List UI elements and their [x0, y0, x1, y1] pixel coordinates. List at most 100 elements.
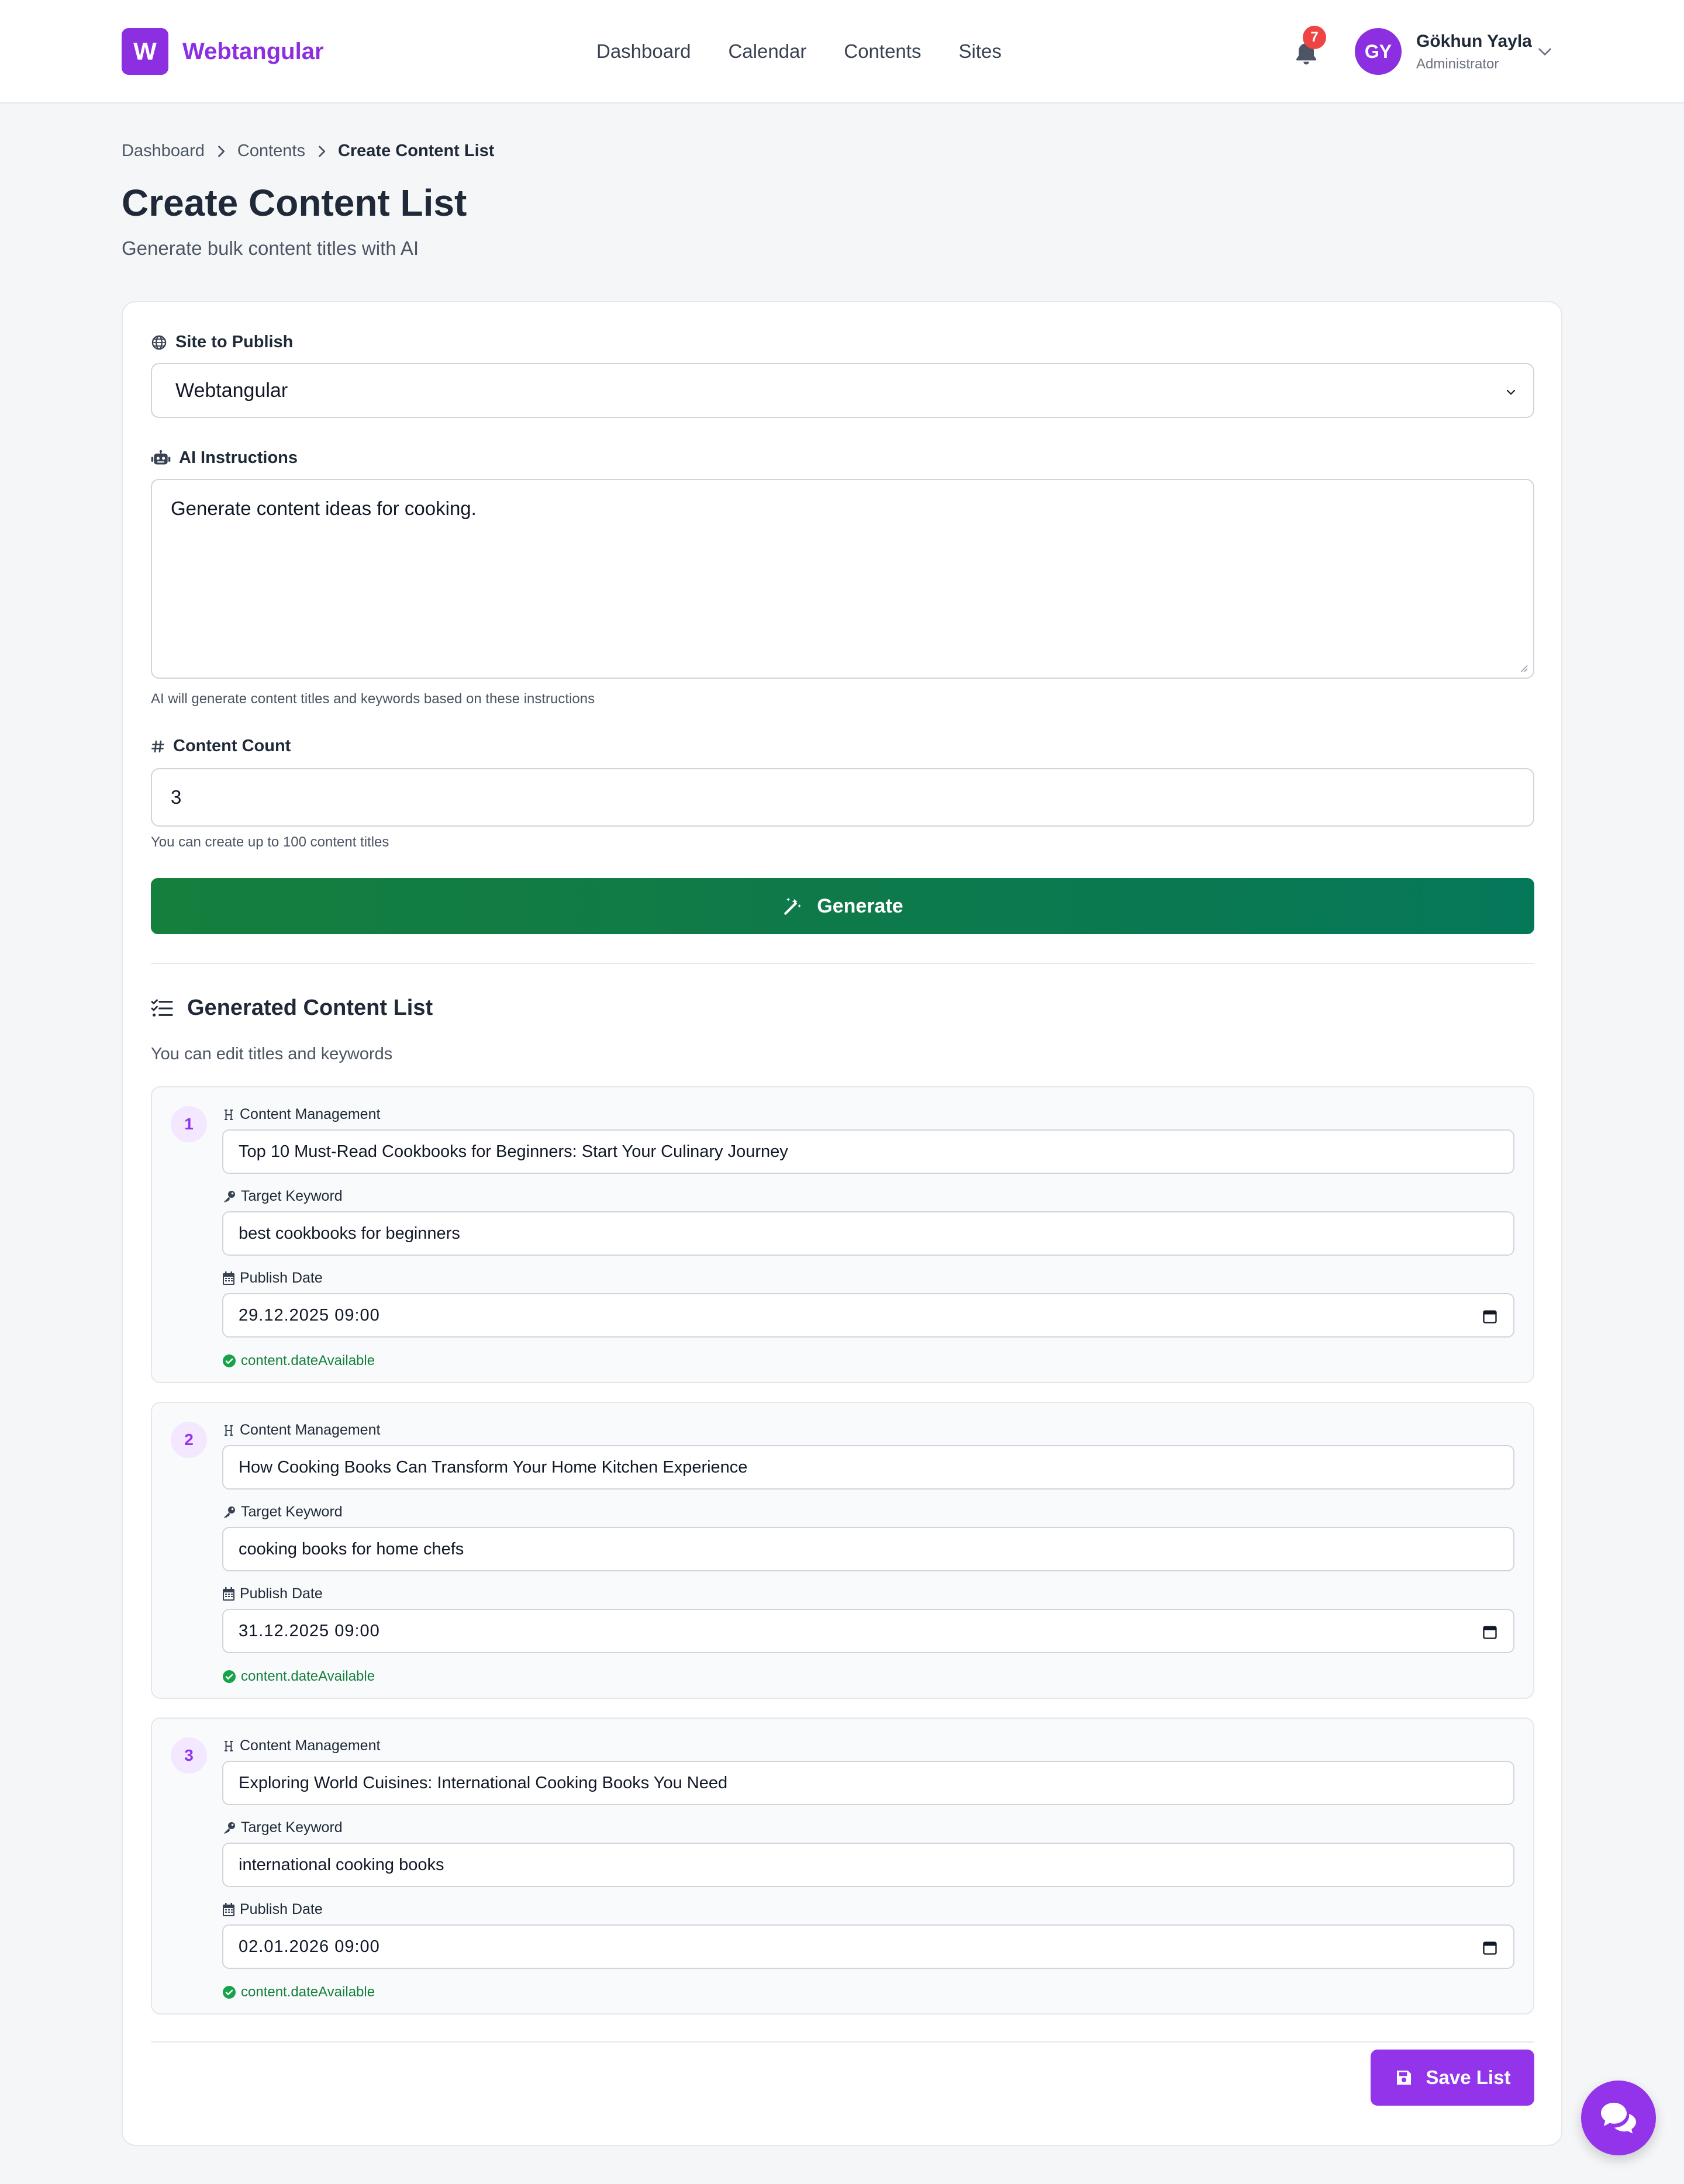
page-subtitle: Generate bulk content titles with AI	[122, 237, 419, 259]
item-keyword-input[interactable]: international cooking books	[222, 1843, 1514, 1887]
brand-logo[interactable]: W Webtangular	[122, 28, 324, 75]
calendar-icon	[222, 1587, 235, 1601]
page-title: Create Content List	[122, 182, 467, 224]
generated-list-heading: Generated Content List	[151, 996, 433, 1021]
site-select[interactable]: Webtangular	[151, 363, 1534, 418]
item-title-value: Top 10 Must-Read Cookbooks for Beginners…	[239, 1142, 788, 1161]
magic-wand-icon	[784, 897, 802, 915]
item-date-status: content.dateAvailable	[222, 1668, 375, 1685]
main-nav: Dashboard Calendar Contents Sites	[596, 39, 1002, 64]
item-keyword-input[interactable]: best cookbooks for beginners	[222, 1211, 1514, 1256]
breadcrumb-current: Create Content List	[337, 141, 495, 160]
logo-mark: W	[122, 28, 168, 75]
hash-icon	[151, 740, 164, 752]
instructions-textarea[interactable]: Generate content ideas for cooking.	[151, 479, 1534, 679]
item-keyword-input[interactable]: cooking books for home chefs	[222, 1527, 1514, 1571]
chevron-down-icon[interactable]	[1535, 42, 1554, 61]
calendar-icon	[222, 1902, 235, 1917]
save-list-label: Save List	[1426, 2066, 1511, 2088]
resize-grip-icon[interactable]	[1518, 662, 1528, 673]
item-title-input[interactable]: How Cooking Books Can Transform Your Hom…	[222, 1445, 1514, 1490]
save-icon	[1396, 2071, 1411, 2085]
item-publish-date-input[interactable]: 02.01.2026 09:00	[222, 1924, 1514, 1969]
content-count-input[interactable]: 3	[151, 768, 1534, 827]
calendar-picker-icon[interactable]	[1482, 1624, 1498, 1640]
content-item: 1 Content Management Top 10 Must-Read Co…	[151, 1086, 1534, 1383]
generate-button[interactable]: Generate	[151, 878, 1534, 934]
item-date-value: 31.12.2025 09:00	[239, 1621, 380, 1640]
instructions-label-text: AI Instructions	[179, 448, 298, 467]
item-keyword-value: international cooking books	[239, 1855, 444, 1874]
item-date-status-text: content.dateAvailable	[241, 1984, 375, 2000]
item-publish-date-input[interactable]: 31.12.2025 09:00	[222, 1609, 1514, 1653]
item-keyword-label: Target Keyword	[222, 1188, 343, 1205]
item-date-label: Publish Date	[222, 1901, 323, 1918]
check-circle-icon	[223, 1670, 236, 1683]
item-title-label: Content Management	[222, 1106, 380, 1123]
site-label: Site to Publish	[151, 333, 293, 352]
item-title-label: Content Management	[222, 1422, 380, 1439]
generated-list-subtitle: You can edit titles and keywords	[151, 1045, 393, 1063]
site-label-text: Site to Publish	[175, 333, 294, 351]
key-icon	[222, 1821, 236, 1835]
item-number: 1	[171, 1106, 207, 1142]
brand-name: Webtangular	[182, 38, 324, 64]
generated-list-title: Generated Content List	[187, 996, 433, 1020]
content-item: 2 Content Management How Cooking Books C…	[151, 1402, 1534, 1699]
content-item: 3 Content Management Exploring World Cui…	[151, 1718, 1534, 2014]
chevron-right-icon	[319, 145, 326, 157]
site-select-value: Webtangular	[175, 379, 288, 402]
item-keyword-label: Target Keyword	[222, 1504, 343, 1520]
calendar-picker-icon[interactable]	[1482, 1308, 1498, 1325]
notification-count-badge: 7	[1303, 26, 1326, 49]
item-keyword-label-text: Target Keyword	[241, 1819, 343, 1836]
nav-calendar[interactable]: Calendar	[728, 39, 806, 64]
item-number: 3	[171, 1737, 207, 1774]
user-name[interactable]: Gökhun Yayla	[1416, 32, 1532, 51]
item-keyword-label-text: Target Keyword	[241, 1504, 343, 1520]
nav-dashboard[interactable]: Dashboard	[596, 39, 691, 64]
key-icon	[222, 1190, 236, 1204]
item-title-value: How Cooking Books Can Transform Your Hom…	[239, 1457, 748, 1477]
breadcrumb-contents[interactable]: Contents	[237, 141, 305, 161]
robot-icon	[151, 450, 171, 464]
instructions-label: AI Instructions	[151, 448, 298, 468]
calendar-picker-icon[interactable]	[1482, 1940, 1498, 1956]
save-list-button[interactable]: Save List	[1371, 2050, 1534, 2106]
item-date-status-text: content.dateAvailable	[241, 1668, 375, 1684]
item-date-label: Publish Date	[222, 1270, 323, 1287]
instructions-value: Generate content ideas for cooking.	[171, 497, 477, 519]
item-title-input[interactable]: Top 10 Must-Read Cookbooks for Beginners…	[222, 1129, 1514, 1174]
heading-icon	[222, 1108, 235, 1122]
item-date-value: 29.12.2025 09:00	[239, 1305, 380, 1325]
content-count-value: 3	[171, 786, 182, 808]
instructions-hint: AI will generate content titles and keyw…	[151, 691, 595, 707]
check-circle-icon	[223, 1986, 236, 1999]
avatar[interactable]: GY	[1355, 28, 1402, 75]
item-keyword-value: cooking books for home chefs	[239, 1539, 464, 1558]
item-date-status-text: content.dateAvailable	[241, 1353, 375, 1369]
item-keyword-value: best cookbooks for beginners	[239, 1224, 460, 1243]
item-title-value: Exploring World Cuisines: International …	[239, 1773, 728, 1792]
nav-sites[interactable]: Sites	[958, 39, 1001, 64]
item-date-label-text: Publish Date	[240, 1270, 323, 1286]
count-label-text: Content Count	[173, 737, 291, 755]
item-date-status: content.dateAvailable	[222, 1984, 375, 2000]
item-date-value: 02.01.2026 09:00	[239, 1937, 380, 1956]
item-title-label: Content Management	[222, 1737, 380, 1754]
content-list-form-card: Site to Publish Webtangular AI Instructi…	[122, 301, 1562, 2146]
item-date-label-text: Publish Date	[240, 1585, 323, 1602]
heading-icon	[222, 1423, 235, 1437]
chevron-right-icon	[218, 145, 225, 157]
breadcrumb-dashboard[interactable]: Dashboard	[122, 141, 205, 161]
footer-divider	[151, 2041, 1534, 2043]
item-publish-date-input[interactable]: 29.12.2025 09:00	[222, 1293, 1514, 1338]
item-date-status: content.dateAvailable	[222, 1353, 375, 1369]
item-title-input[interactable]: Exploring World Cuisines: International …	[222, 1761, 1514, 1805]
item-number: 2	[171, 1422, 207, 1458]
count-hint: You can create up to 100 content titles	[151, 834, 389, 850]
calendar-icon	[222, 1271, 235, 1285]
chat-button[interactable]	[1581, 2081, 1656, 2155]
item-keyword-label-text: Target Keyword	[241, 1188, 343, 1204]
nav-contents[interactable]: Contents	[844, 39, 921, 64]
